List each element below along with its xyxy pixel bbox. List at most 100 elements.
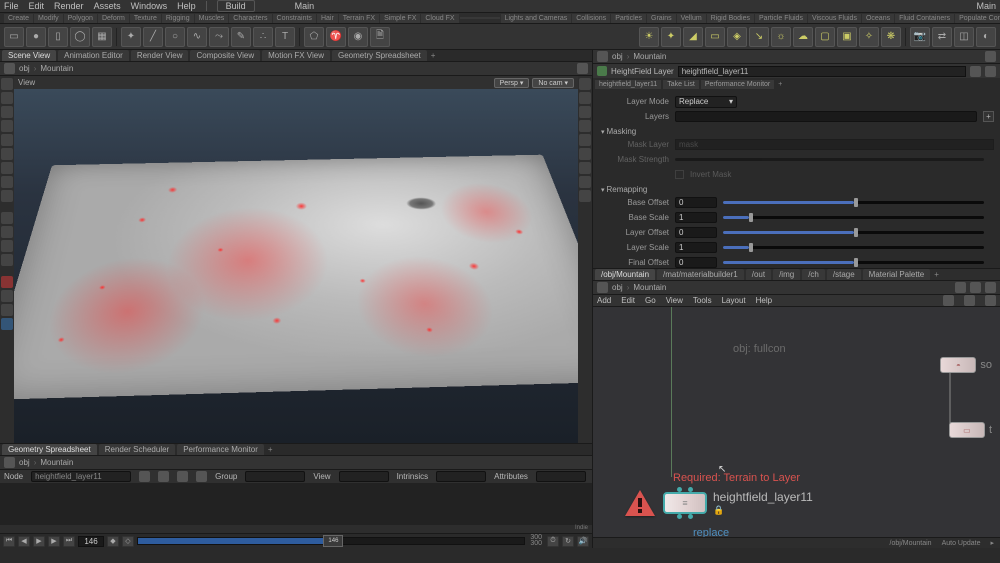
cine-mode-icon[interactable]: [579, 120, 591, 132]
param-menu-icon[interactable]: [985, 66, 996, 77]
shelf-tab[interactable]: Create: [4, 14, 33, 23]
param-tab-take[interactable]: Take List: [663, 80, 699, 89]
add-layer-button[interactable]: +: [983, 111, 994, 122]
tab-scene-view[interactable]: Scene View: [2, 50, 56, 61]
switcher-icon[interactable]: ⇄: [932, 27, 952, 47]
timeline-frame-field[interactable]: 146: [78, 536, 104, 547]
node-input-2[interactable]: [688, 487, 693, 492]
base-offset-slider[interactable]: [723, 201, 984, 204]
heightfield-layer-node[interactable]: ≡: [663, 492, 707, 514]
snap-icon[interactable]: [964, 295, 975, 306]
tool-box-icon[interactable]: ▭: [4, 27, 24, 47]
net-path-obj[interactable]: obj: [612, 283, 623, 292]
scale-tool-icon[interactable]: [1, 120, 13, 132]
net-menu-view[interactable]: View: [666, 296, 683, 305]
layer-scale-input[interactable]: 1: [675, 242, 717, 253]
viewport-cam-menu[interactable]: No cam ▾: [532, 78, 574, 88]
base-offset-input[interactable]: 0: [675, 197, 717, 208]
bg-image-icon[interactable]: [579, 148, 591, 160]
color-corr-icon[interactable]: [579, 134, 591, 146]
pin-icon[interactable]: [4, 63, 15, 74]
ambient-occ-icon[interactable]: ◐: [976, 27, 996, 47]
net-menu-tools[interactable]: Tools: [693, 296, 712, 305]
context-main-right[interactable]: Main: [976, 1, 996, 11]
mask-strength-slider[interactable]: [675, 158, 984, 161]
timeline-last-icon[interactable]: ⏭: [63, 536, 75, 547]
pin-icon[interactable]: [4, 457, 15, 468]
tab-geo-spread[interactable]: Geometry Spreadsheet: [332, 50, 427, 61]
pin-icon[interactable]: [597, 51, 608, 62]
snap-tool-icon[interactable]: [1, 148, 13, 160]
node-name-field[interactable]: heightfield_layer11: [678, 66, 966, 77]
node-output-2[interactable]: [688, 514, 693, 519]
radial-menu-icon[interactable]: [1, 290, 13, 302]
snap-grid-icon[interactable]: [1, 212, 13, 224]
camera-icon[interactable]: 📷: [910, 27, 930, 47]
shelf-tab[interactable]: Particle Fluids: [755, 14, 807, 23]
param-help-icon[interactable]: [970, 66, 981, 77]
layer-offset-slider[interactable]: [723, 231, 984, 234]
status-update-mode[interactable]: Auto Update: [942, 540, 981, 547]
pin-icon[interactable]: [597, 282, 608, 293]
light-portal-icon[interactable]: ▢: [815, 27, 835, 47]
light-ambient-icon[interactable]: ☀: [639, 27, 659, 47]
shelf-tab[interactable]: Collisions: [572, 14, 610, 23]
effect-icon[interactable]: [579, 190, 591, 202]
menu-build[interactable]: Build: [217, 0, 255, 12]
tab-composite[interactable]: Composite View: [190, 50, 260, 61]
node-output-1[interactable]: [677, 514, 682, 519]
tool-file-icon[interactable]: 🗎: [370, 27, 390, 47]
ctx-tab[interactable]: /stage: [827, 269, 861, 280]
tool-sphere-icon[interactable]: ●: [26, 27, 46, 47]
section-masking[interactable]: Masking: [599, 127, 994, 136]
net-find-icon[interactable]: [955, 282, 966, 293]
menu-file[interactable]: File: [4, 1, 19, 11]
param-tab-node[interactable]: heightfield_layer11: [595, 80, 661, 89]
prims-icon[interactable]: [177, 471, 188, 482]
light-spot-icon[interactable]: ◢: [683, 27, 703, 47]
tool-line-icon[interactable]: ╱: [143, 27, 163, 47]
net-menu-layout[interactable]: Layout: [722, 296, 746, 305]
node-input-1[interactable]: [677, 487, 682, 492]
light-env-icon[interactable]: ☼: [771, 27, 791, 47]
tool-tube-icon[interactable]: ▯: [48, 27, 68, 47]
viewport-persp-menu[interactable]: Persp ▾: [494, 78, 530, 88]
ctx-tab[interactable]: /mat/materialbuilder1: [657, 269, 744, 280]
ctx-tab[interactable]: /obj/Mountain: [595, 269, 655, 280]
detail-icon[interactable]: [196, 471, 207, 482]
shelf-tab[interactable]: Hair: [317, 14, 338, 23]
invert-mask-check[interactable]: [675, 170, 684, 179]
context-main[interactable]: Main: [295, 1, 315, 11]
tab-perf-mon[interactable]: Performance Monitor: [177, 444, 264, 455]
ctx-tab[interactable]: /img: [773, 269, 800, 280]
stereo-cam-icon[interactable]: ◫: [954, 27, 974, 47]
net-menu-go[interactable]: Go: [645, 296, 656, 305]
timeline-realtime-icon[interactable]: ⏱: [547, 536, 559, 547]
show-icon[interactable]: [985, 295, 996, 306]
layout-icon[interactable]: [943, 295, 954, 306]
layer-offset-input[interactable]: 0: [675, 227, 717, 238]
shelf-tab[interactable]: Cloud FX: [421, 14, 458, 23]
light-area-icon[interactable]: ▭: [705, 27, 725, 47]
timeline-track[interactable]: 146: [137, 537, 525, 545]
network-canvas[interactable]: obj: fullcon ◓ so ▭ t ↖ Required: Terrai…: [593, 307, 1000, 537]
net-tag-icon[interactable]: [970, 282, 981, 293]
shelf-tab[interactable]: Modify: [34, 14, 63, 23]
geo-view-field[interactable]: [339, 471, 389, 482]
menu-edit[interactable]: Edit: [29, 1, 45, 11]
timeline-key-left-icon[interactable]: ◆: [107, 536, 119, 547]
inspect-tool-icon[interactable]: [1, 190, 13, 202]
tool-spray-icon[interactable]: ∴: [253, 27, 273, 47]
handle-tool-icon[interactable]: [1, 134, 13, 146]
light-point-icon[interactable]: ✦: [661, 27, 681, 47]
shelf-tab[interactable]: Rigid Bodies: [707, 14, 754, 23]
tool-grid-icon[interactable]: ▦: [92, 27, 112, 47]
geo-node-field[interactable]: heightfield_layer11: [31, 471, 131, 482]
timeline-playhead[interactable]: 146: [323, 535, 343, 547]
ghost-node-1[interactable]: ◓: [940, 357, 976, 373]
timeline-loop-icon[interactable]: ↻: [562, 536, 574, 547]
shelf-tab[interactable]: Viscous Fluids: [808, 14, 861, 23]
tool-curve-icon[interactable]: ∿: [187, 27, 207, 47]
geo-group-field[interactable]: [245, 471, 305, 482]
light-geo-icon[interactable]: ◈: [727, 27, 747, 47]
